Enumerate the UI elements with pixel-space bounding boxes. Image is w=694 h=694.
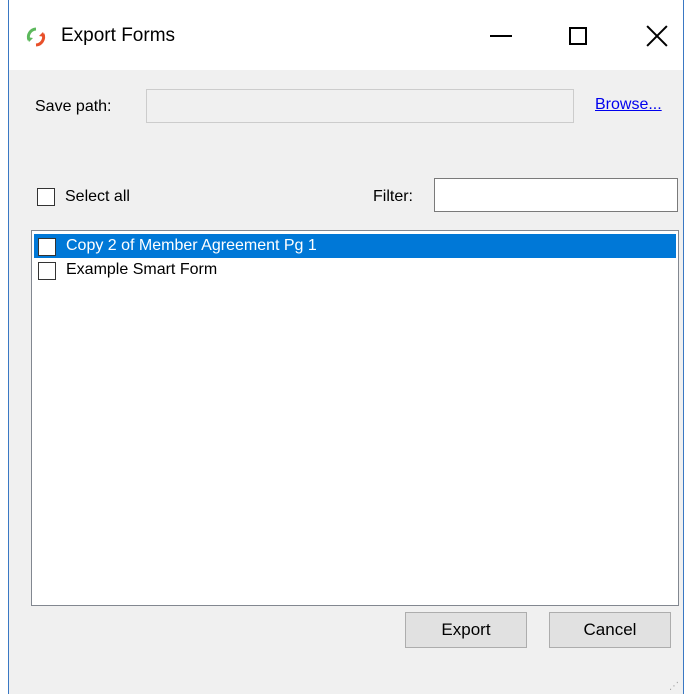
save-path-label: Save path: (35, 98, 112, 115)
filter-input[interactable] (434, 178, 678, 212)
title-bar[interactable]: Export Forms (9, 0, 683, 70)
list-item[interactable]: Copy 2 of Member Agreement Pg 1 (34, 234, 676, 258)
list-item[interactable]: Example Smart Form (34, 258, 676, 282)
list-item-checkbox[interactable] (38, 238, 56, 256)
minimize-button[interactable] (479, 14, 523, 58)
close-icon (646, 25, 668, 47)
filter-label: Filter: (373, 188, 413, 205)
forms-list[interactable]: Copy 2 of Member Agreement Pg 1 Example … (31, 230, 679, 606)
cancel-button[interactable]: Cancel (549, 612, 671, 648)
refresh-arrows-icon (26, 27, 46, 47)
maximize-icon (569, 27, 587, 45)
export-forms-dialog: Export Forms Save path: Browse... Select… (8, 0, 684, 694)
list-item-label: Copy 2 of Member Agreement Pg 1 (66, 237, 317, 254)
list-item-checkbox[interactable] (38, 262, 56, 280)
export-button[interactable]: Export (405, 612, 527, 648)
window-title: Export Forms (61, 25, 176, 46)
resize-grip-icon[interactable]: ⋰ (669, 682, 679, 692)
close-button[interactable] (635, 14, 679, 58)
maximize-button[interactable] (556, 14, 600, 58)
list-item-label: Example Smart Form (66, 261, 218, 278)
save-path-input[interactable] (146, 89, 574, 123)
select-all-checkbox[interactable] (37, 188, 55, 206)
browse-link[interactable]: Browse... (595, 96, 662, 114)
minimize-icon (490, 35, 512, 37)
select-all-label[interactable]: Select all (65, 187, 130, 207)
